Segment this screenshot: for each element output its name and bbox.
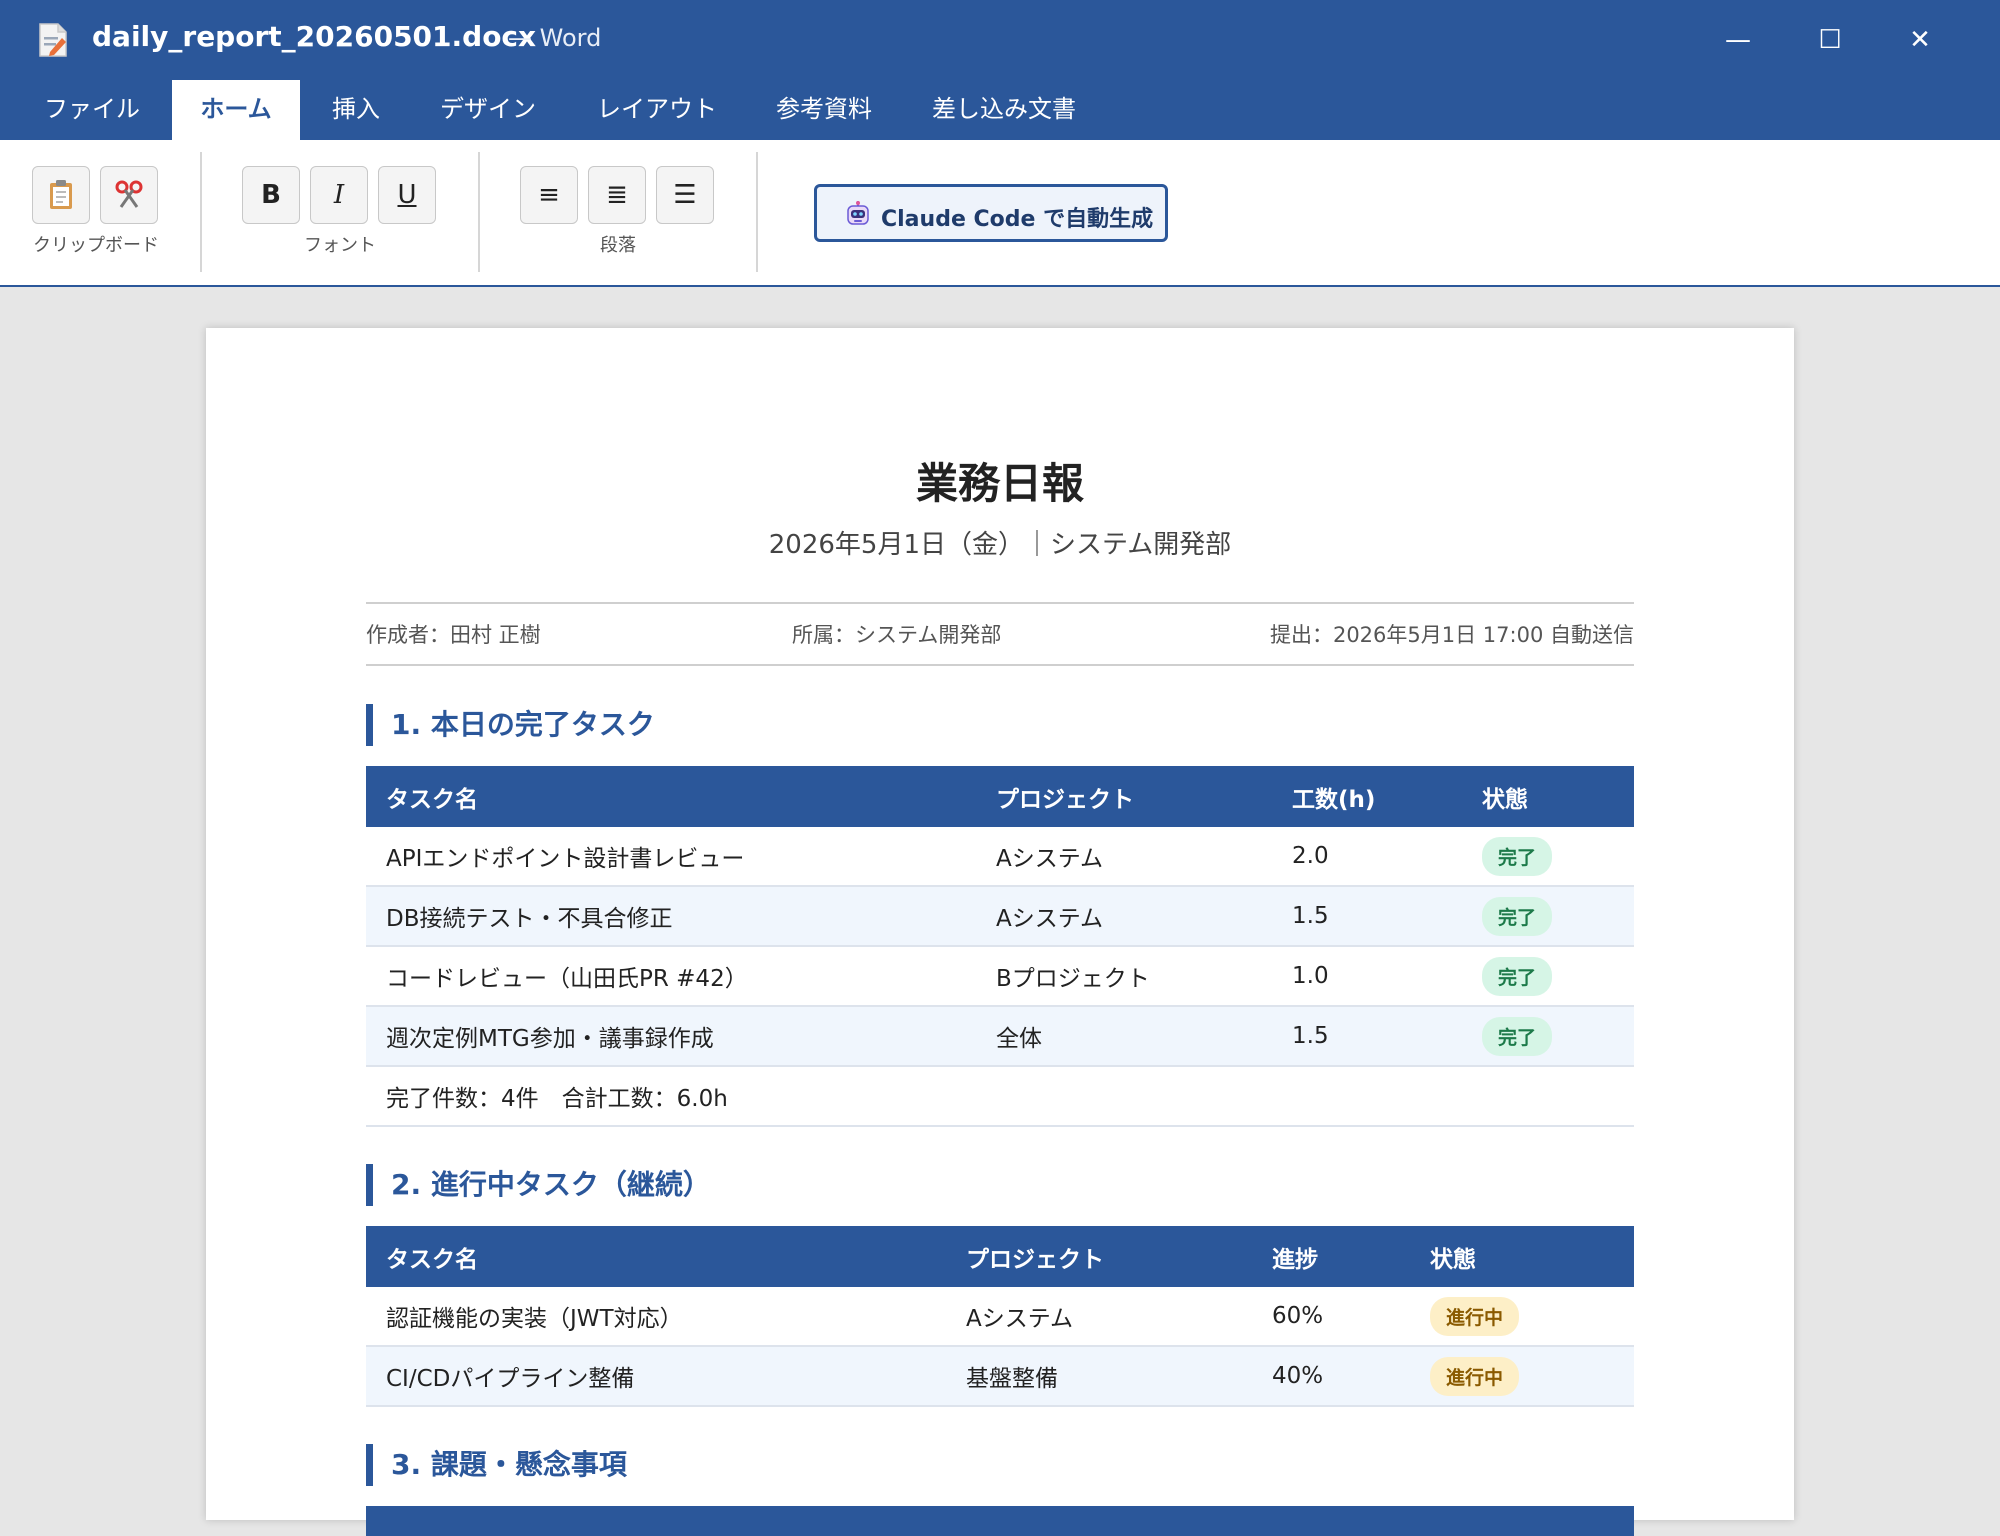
table-header-row: タスク名 プロジェクト 工数(h) 状態 (366, 766, 1634, 827)
paste-button[interactable] (32, 166, 90, 224)
underline-button[interactable]: U (378, 166, 436, 224)
claude-code-button-label: Claude Code で自動生成 (881, 207, 1154, 232)
task-project: 全体 (976, 1006, 1272, 1067)
section-1-title: 1. 本日の完了タスク (366, 704, 1634, 746)
column-header: プロジェクト (976, 766, 1272, 827)
scissors-icon (115, 180, 143, 208)
claude-code-generate-button[interactable]: Claude Code で自動生成 (814, 184, 1168, 242)
meta-department: 所属：システム開発部 (792, 623, 1002, 647)
document-meta-bar: 作成者：田村 正樹 所属：システム開発部 提出：2026年5月1日 17:00 … (366, 602, 1634, 666)
task-name: コードレビュー（山田氏PR #42） (366, 946, 976, 1007)
task-project: 基盤整備 (946, 1346, 1252, 1407)
column-header: タスク名 (366, 766, 976, 827)
robot-icon (847, 201, 869, 225)
task-hours: 1.5 (1272, 886, 1462, 947)
ribbon-separator (756, 152, 758, 272)
status-badge: 完了 (1482, 1016, 1553, 1056)
word-document-icon (39, 23, 67, 57)
document-subtitle: 2026年5月1日（金）｜システム開発部 (768, 530, 1232, 560)
table-header-row: タスク名 プロジェクト 進捗 状態 (366, 1226, 1634, 1287)
task-hours: 1.0 (1272, 946, 1462, 1007)
task-project: Bプロジェクト (976, 946, 1272, 1007)
status-badge: 完了 (1482, 896, 1553, 936)
task-hours: 1.5 (1272, 1006, 1462, 1067)
document-page[interactable]: 業務日報 2026年5月1日（金）｜システム開発部 作成者：田村 正樹 所属：シ… (206, 328, 1794, 1536)
column-header: 進捗 (1252, 1226, 1410, 1287)
task-name: APIエンドポイント設計書レビュー (366, 827, 976, 887)
task-project: Aシステム (946, 1287, 1252, 1347)
task-hours: 2.0 (1272, 827, 1462, 887)
app-name: — Word (508, 24, 602, 52)
tab-layout[interactable]: レイアウト (588, 80, 726, 140)
table-row: DB接続テスト・不具合修正 Aシステム 1.5 完了 (366, 886, 1634, 947)
tab-insert[interactable]: 挿入 (318, 80, 394, 140)
meta-author: 作成者：田村 正樹 (366, 623, 541, 647)
task-status-cell: 進行中 (1410, 1346, 1634, 1407)
section-3-title: 3. 課題・懸念事項 (366, 1444, 1634, 1486)
bold-button[interactable]: B (242, 166, 300, 224)
task-status-cell: 完了 (1462, 1006, 1634, 1067)
completed-summary: 完了件数：4件 合計工数：6.0h (366, 1066, 1634, 1127)
task-name: DB接続テスト・不具合修正 (366, 886, 976, 947)
column-header: プロジェクト (946, 1226, 1252, 1287)
in-progress-tasks-table: タスク名 プロジェクト 進捗 状態 認証機能の実装（JWT対応） Aシステム 6… (366, 1226, 1634, 1407)
font-group-label: フォント (304, 235, 376, 256)
title-bar: daily_report_20260501.docx — Word — ☐ ✕ (0, 0, 2000, 80)
tab-design[interactable]: デザイン (430, 80, 546, 140)
task-status-cell: 完了 (1462, 886, 1634, 947)
table-row: APIエンドポイント設計書レビュー Aシステム 2.0 完了 (366, 827, 1634, 887)
tab-mailings[interactable]: 差し込み文書 (924, 80, 1084, 140)
table-summary-row: 完了件数：4件 合計工数：6.0h (366, 1066, 1634, 1127)
status-badge: 完了 (1482, 836, 1553, 876)
ribbon-separator (478, 152, 480, 272)
tab-references[interactable]: 参考資料 (766, 80, 882, 140)
task-name: CI/CDパイプライン整備 (366, 1346, 946, 1407)
document-file-name: daily_report_20260501.docx (92, 20, 537, 53)
issues-table-header (366, 1506, 1634, 1536)
task-status-cell: 完了 (1462, 946, 1634, 1007)
align-left-button[interactable]: ≡ (520, 166, 578, 224)
ribbon-separator (200, 152, 202, 272)
table-row: 週次定例MTG参加・議事録作成 全体 1.5 完了 (366, 1006, 1634, 1067)
meta-submitted: 提出：2026年5月1日 17:00 自動送信 (1269, 623, 1634, 647)
tab-home[interactable]: ホーム (172, 80, 300, 140)
task-project: Aシステム (976, 827, 1272, 887)
italic-button[interactable]: I (310, 166, 368, 224)
align-right-button[interactable]: ☰ (656, 166, 714, 224)
task-name: 認証機能の実装（JWT対応） (366, 1287, 946, 1347)
align-center-button[interactable]: ≣ (588, 166, 646, 224)
ribbon: クリップボード B I U フォント ≡ ≣ ☰ 段落 Claude Code … (0, 140, 2000, 287)
close-button[interactable]: ✕ (1898, 18, 1942, 62)
section-2-title: 2. 進行中タスク（継続） (366, 1164, 1634, 1206)
paragraph-group-label: 段落 (600, 235, 636, 256)
column-header: 工数(h) (1272, 766, 1462, 827)
clipboard-icon (50, 180, 72, 209)
ribbon-tabs: ファイル ホーム 挿入 デザイン レイアウト 参考資料 差し込み文書 (0, 80, 2000, 140)
status-badge: 完了 (1482, 956, 1553, 996)
task-status-cell: 進行中 (1410, 1287, 1634, 1347)
table-row: コードレビュー（山田氏PR #42） Bプロジェクト 1.0 完了 (366, 946, 1634, 1007)
task-progress: 40% (1252, 1346, 1410, 1407)
task-status-cell: 完了 (1462, 827, 1634, 887)
completed-tasks-table: タスク名 プロジェクト 工数(h) 状態 APIエンドポイント設計書レビュー A… (366, 766, 1634, 1127)
status-badge: 進行中 (1430, 1356, 1520, 1396)
document-title: 業務日報 (915, 459, 1084, 508)
tab-file[interactable]: ファイル (26, 80, 158, 140)
table-row: CI/CDパイプライン整備 基盤整備 40% 進行中 (366, 1346, 1634, 1407)
task-progress: 60% (1252, 1287, 1410, 1347)
column-header: タスク名 (366, 1226, 946, 1287)
maximize-button[interactable]: ☐ (1808, 18, 1852, 62)
table-row: 認証機能の実装（JWT対応） Aシステム 60% 進行中 (366, 1287, 1634, 1347)
task-project: Aシステム (976, 886, 1272, 947)
minimize-button[interactable]: — (1716, 18, 1760, 62)
column-header: 状態 (1462, 766, 1634, 827)
column-header: 状態 (1410, 1226, 1634, 1287)
status-badge: 進行中 (1430, 1296, 1520, 1336)
cut-button[interactable] (100, 166, 158, 224)
task-name: 週次定例MTG参加・議事録作成 (366, 1006, 976, 1067)
clipboard-group-label: クリップボード (33, 235, 159, 256)
